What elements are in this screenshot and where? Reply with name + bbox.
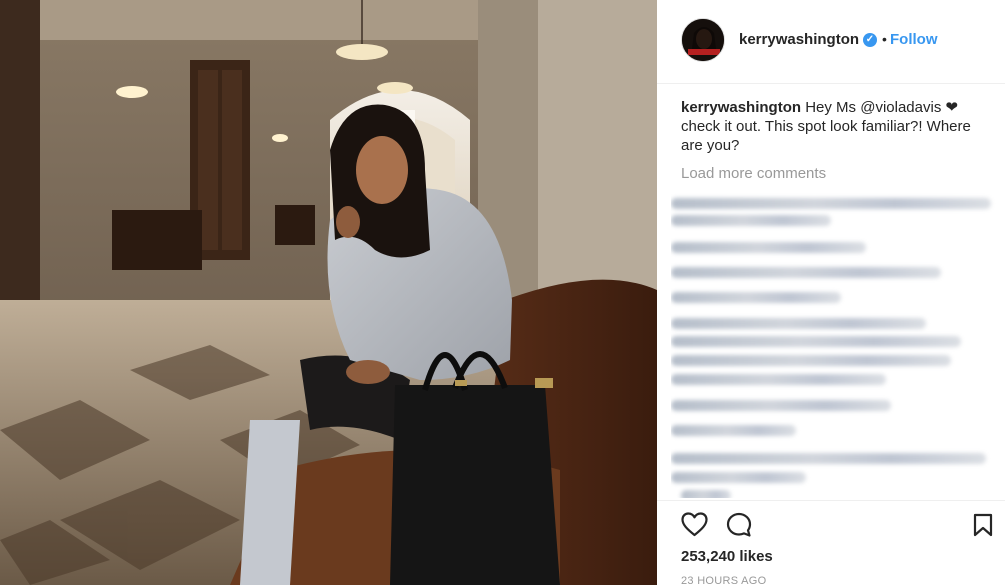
blurred-comment-line	[671, 453, 986, 464]
blurred-comment-line	[671, 198, 991, 209]
blurred-comment-line	[681, 490, 731, 498]
blurred-comment-line	[671, 472, 806, 483]
caption-text-before: Hey Ms	[805, 99, 861, 116]
blurred-comment-line	[671, 336, 961, 347]
caption-mention-link[interactable]: @violadavis	[860, 99, 941, 116]
post-timestamp: 23 HOURS AGO	[681, 575, 767, 585]
post-sidebar: kerrywashington ✓ • Follow kerrywashingt…	[657, 0, 1005, 585]
load-more-comments-button[interactable]: Load more comments	[681, 165, 826, 182]
blurred-comment-line	[671, 267, 941, 278]
post-photo[interactable]	[0, 0, 657, 585]
blurred-comment-line	[671, 242, 866, 253]
blurred-comment-line	[671, 215, 831, 226]
heart-outline-icon[interactable]	[681, 512, 708, 542]
follow-button[interactable]: Follow	[890, 31, 938, 48]
blurred-comment-line	[671, 425, 796, 436]
blurred-comment-line	[671, 400, 891, 411]
verified-badge-icon: ✓	[863, 33, 877, 47]
blurred-comment-line	[671, 374, 886, 385]
blurred-comment-line	[671, 318, 926, 329]
post-header: kerrywashington ✓ • Follow	[657, 0, 1005, 84]
bookmark-icon[interactable]	[973, 513, 993, 542]
separator-dot: •	[882, 31, 887, 47]
blurred-comment-line	[671, 292, 841, 303]
blurred-comment-line	[671, 355, 951, 366]
blurred-comments	[671, 190, 1005, 498]
speech-bubble-icon[interactable]	[726, 512, 752, 543]
post-photo-illustration	[0, 0, 657, 585]
caption-username[interactable]: kerrywashington	[681, 99, 801, 116]
author-avatar[interactable]	[681, 18, 725, 62]
post-actions: 253,240 likes 23 HOURS AGO	[657, 500, 1005, 585]
post-caption: kerrywashington Hey Ms @violadavis ❤ che…	[681, 98, 981, 155]
likes-count[interactable]: 253,240 likes	[681, 548, 773, 565]
author-username[interactable]: kerrywashington	[739, 31, 859, 48]
